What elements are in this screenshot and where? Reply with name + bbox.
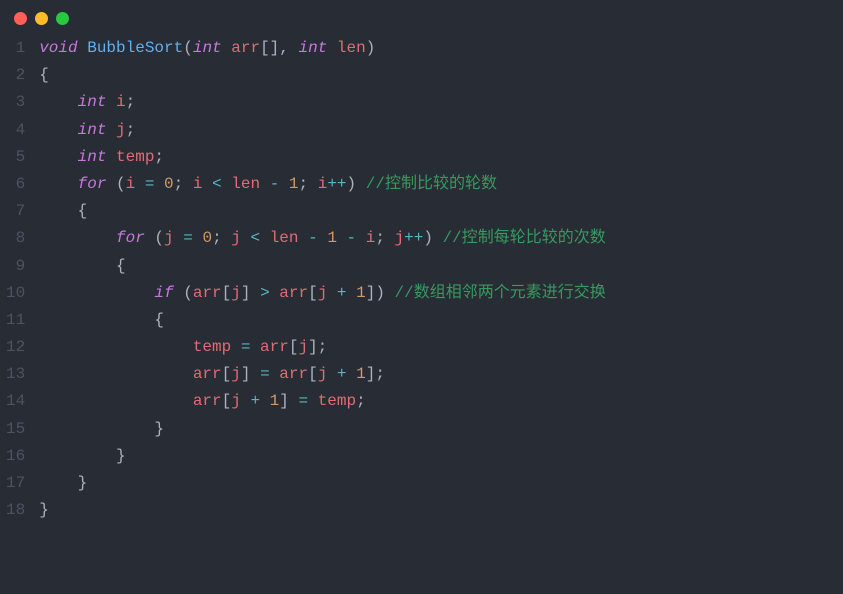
code-line[interactable]: void BubbleSort(int arr[], int len): [39, 35, 843, 62]
line-number: 4: [6, 117, 25, 144]
line-number-gutter: 123456789101112131415161718: [0, 35, 39, 524]
line-number: 1: [6, 35, 25, 62]
code-line[interactable]: {: [39, 198, 843, 225]
code-line[interactable]: }: [39, 470, 843, 497]
line-number: 8: [6, 225, 25, 252]
close-icon[interactable]: [14, 12, 27, 25]
line-number: 18: [6, 497, 25, 524]
code-line[interactable]: {: [39, 307, 843, 334]
code-line[interactable]: {: [39, 62, 843, 89]
line-number: 17: [6, 470, 25, 497]
line-number: 11: [6, 307, 25, 334]
code-line[interactable]: temp = arr[j];: [39, 334, 843, 361]
zoom-icon[interactable]: [56, 12, 69, 25]
code-line[interactable]: if (arr[j] > arr[j + 1]) //数组相邻两个元素进行交换: [39, 280, 843, 307]
line-number: 13: [6, 361, 25, 388]
code-line[interactable]: }: [39, 497, 843, 524]
line-number: 10: [6, 280, 25, 307]
line-number: 12: [6, 334, 25, 361]
line-number: 2: [6, 62, 25, 89]
code-line[interactable]: }: [39, 416, 843, 443]
code-line[interactable]: for (i = 0; i < len - 1; i++) //控制比较的轮数: [39, 171, 843, 198]
line-number: 3: [6, 89, 25, 116]
code-line[interactable]: }: [39, 443, 843, 470]
code-line[interactable]: int temp;: [39, 144, 843, 171]
line-number: 14: [6, 388, 25, 415]
code-line[interactable]: for (j = 0; j < len - 1 - i; j++) //控制每轮…: [39, 225, 843, 252]
line-number: 5: [6, 144, 25, 171]
code-line[interactable]: arr[j] = arr[j + 1];: [39, 361, 843, 388]
line-number: 6: [6, 171, 25, 198]
line-number: 15: [6, 416, 25, 443]
line-number: 16: [6, 443, 25, 470]
code-editor[interactable]: 123456789101112131415161718 void BubbleS…: [0, 31, 843, 524]
code-line[interactable]: arr[j + 1] = temp;: [39, 388, 843, 415]
code-line[interactable]: int i;: [39, 89, 843, 116]
minimize-icon[interactable]: [35, 12, 48, 25]
code-line[interactable]: {: [39, 253, 843, 280]
code-line[interactable]: int j;: [39, 117, 843, 144]
line-number: 9: [6, 253, 25, 280]
window-controls: [0, 0, 843, 31]
code-area[interactable]: void BubbleSort(int arr[], int len){ int…: [39, 35, 843, 524]
line-number: 7: [6, 198, 25, 225]
